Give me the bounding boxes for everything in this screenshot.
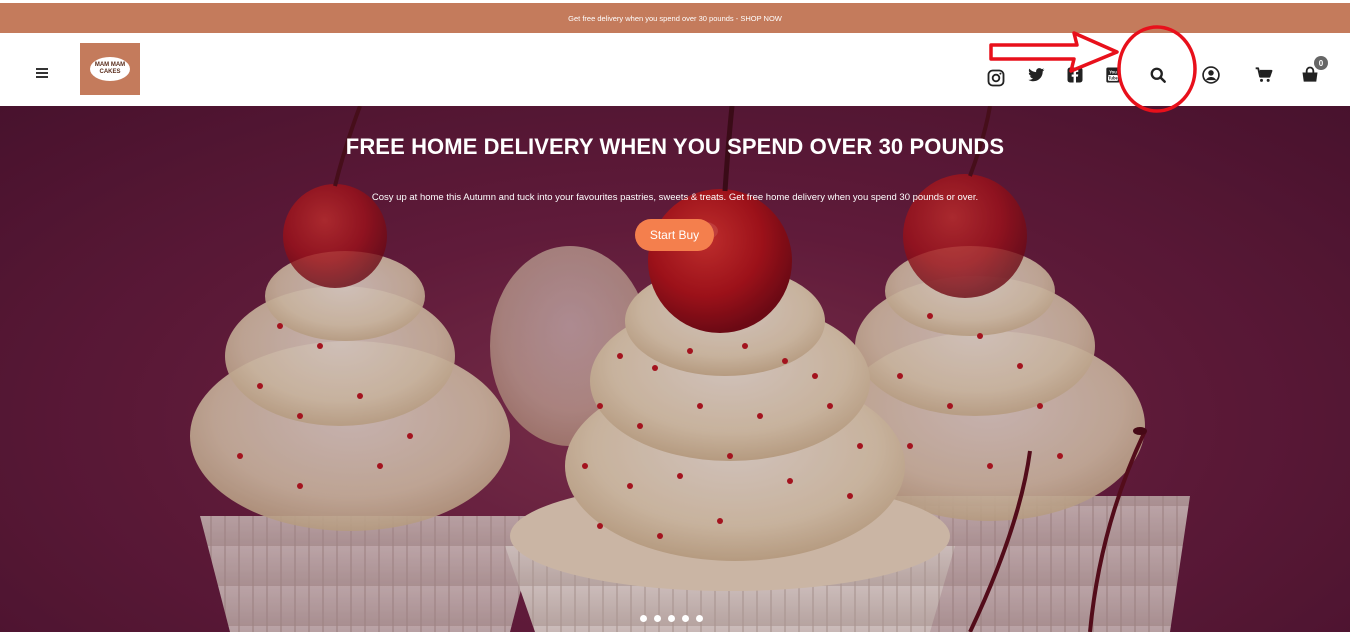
slide-dot-5[interactable] [696,615,703,622]
menu-button[interactable] [36,68,50,79]
hero-banner: FREE HOME DELIVERY WHEN YOU SPEND OVER 3… [0,106,1350,632]
account-icon[interactable] [1200,64,1222,86]
slide-dot-3[interactable] [668,615,675,622]
slide-dot-1[interactable] [640,615,647,622]
announcement-text[interactable]: Get free delivery when you spend over 30… [568,14,782,23]
search-icon[interactable] [1147,64,1169,86]
slide-dot-4[interactable] [682,615,689,622]
slide-dot-2[interactable] [654,615,661,622]
twitter-icon[interactable] [1025,64,1047,86]
shopping-bag-icon[interactable]: 0 [1299,56,1328,86]
hero-title: FREE HOME DELIVERY WHEN YOU SPEND OVER 3… [345,134,1005,159]
svg-text:Tube: Tube [1108,76,1118,81]
instagram-icon[interactable] [985,67,1007,89]
cart-count-badge: 0 [1314,56,1328,70]
hero-overlay [0,106,1350,632]
hamburger-icon [36,68,48,70]
slider-dots [640,615,703,622]
announcement-bar[interactable]: Get free delivery when you spend over 30… [0,3,1350,33]
logo-text-line1: MAM MAM [94,62,126,68]
logo-text-line2: CAKES [99,69,121,75]
youtube-icon[interactable]: You Tube [1102,64,1124,86]
page: Get free delivery when you spend over 30… [0,0,1350,632]
logo-badge: MAM MAM CAKES [90,57,130,81]
start-buy-button[interactable]: Start Buy [635,219,714,251]
cart-icon[interactable] [1253,64,1275,86]
site-logo[interactable]: MAM MAM CAKES [80,43,140,95]
facebook-icon[interactable] [1064,64,1086,86]
site-header: MAM MAM CAKES You Tube 0 [0,33,1350,106]
hero-subtitle: Cosy up at home this Autumn and tuck int… [371,192,979,203]
svg-text:You: You [1109,69,1117,74]
